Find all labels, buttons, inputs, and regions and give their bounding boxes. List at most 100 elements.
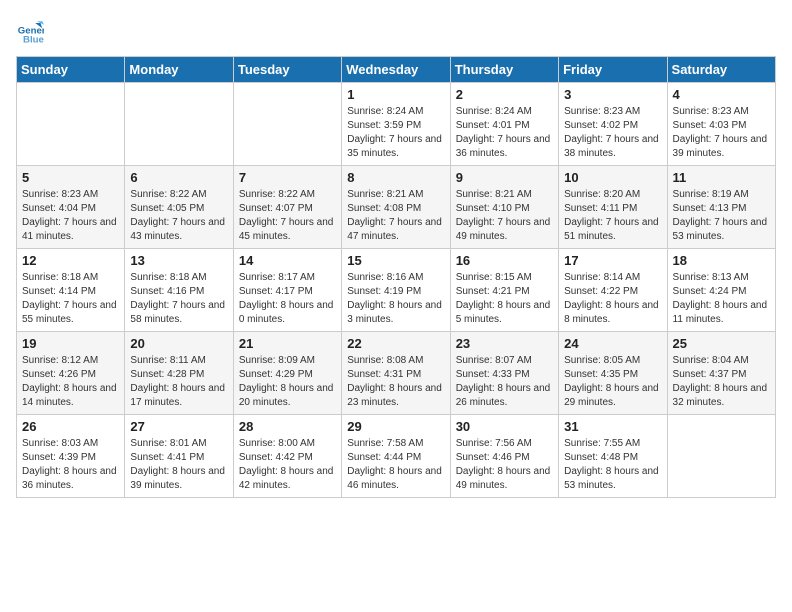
calendar-cell: 8 Sunrise: 8:21 AM Sunset: 4:08 PM Daylig… [342, 166, 450, 249]
calendar-week-5: 26 Sunrise: 8:03 AM Sunset: 4:39 PM Dayli… [17, 415, 776, 498]
calendar-cell: 4 Sunrise: 8:23 AM Sunset: 4:03 PM Daylig… [667, 83, 775, 166]
day-info: Sunrise: 8:05 AM Sunset: 4:35 PM Dayligh… [564, 354, 661, 410]
day-number: 13 [130, 253, 227, 268]
day-number: 27 [130, 419, 227, 434]
day-number: 24 [564, 336, 661, 351]
day-number: 25 [673, 336, 770, 351]
day-info: Sunrise: 8:21 AM Sunset: 4:10 PM Dayligh… [456, 188, 553, 244]
weekday-header-friday: Friday [559, 57, 667, 83]
day-number: 16 [456, 253, 553, 268]
day-number: 12 [22, 253, 119, 268]
calendar-cell: 25Sunrise: 8:04 AM Sunset: 4:37 PM Dayli… [667, 332, 775, 415]
day-info: Sunrise: 8:18 AM Sunset: 4:14 PM Dayligh… [22, 271, 119, 327]
day-info: Sunrise: 8:11 AM Sunset: 4:28 PM Dayligh… [130, 354, 227, 410]
day-info: Sunrise: 7:58 AM Sunset: 4:44 PM Dayligh… [347, 437, 444, 493]
day-info: Sunrise: 8:14 AM Sunset: 4:22 PM Dayligh… [564, 271, 661, 327]
calendar-cell [17, 83, 125, 166]
weekday-header-wednesday: Wednesday [342, 57, 450, 83]
calendar-cell: 16 Sunrise: 8:15 AM Sunset: 4:21 PM Dayli… [450, 249, 558, 332]
calendar-cell: 12 Sunrise: 8:18 AM Sunset: 4:14 PM Dayli… [17, 249, 125, 332]
day-info: Sunrise: 8:08 AM Sunset: 4:31 PM Dayligh… [347, 354, 444, 410]
day-info: Sunrise: 8:22 AM Sunset: 4:07 PM Dayligh… [239, 188, 336, 244]
day-number: 5 [22, 170, 119, 185]
day-number: 4 [673, 87, 770, 102]
day-info: Sunrise: 7:56 AM Sunset: 4:46 PM Dayligh… [456, 437, 553, 493]
svg-text:Blue: Blue [23, 34, 44, 44]
day-info: Sunrise: 8:09 AM Sunset: 4:29 PM Dayligh… [239, 354, 336, 410]
weekday-header-monday: Monday [125, 57, 233, 83]
calendar-cell: 1 Sunrise: 8:24 AM Sunset: 3:59 PM Daylig… [342, 83, 450, 166]
logo-icon: General Blue [16, 16, 44, 44]
calendar-cell: 28 Sunrise: 8:00 AM Sunset: 4:42 PM Dayli… [233, 415, 341, 498]
day-info: Sunrise: 8:13 AM Sunset: 4:24 PM Dayligh… [673, 271, 770, 327]
day-number: 10 [564, 170, 661, 185]
calendar-cell: 23Sunrise: 8:07 AM Sunset: 4:33 PM Dayli… [450, 332, 558, 415]
weekday-header-saturday: Saturday [667, 57, 775, 83]
calendar-week-4: 19Sunrise: 8:12 AM Sunset: 4:26 PM Dayli… [17, 332, 776, 415]
day-number: 7 [239, 170, 336, 185]
calendar-cell: 29 Sunrise: 7:58 AM Sunset: 4:44 PM Dayli… [342, 415, 450, 498]
day-number: 2 [456, 87, 553, 102]
day-number: 8 [347, 170, 444, 185]
calendar-cell: 5Sunrise: 8:23 AM Sunset: 4:04 PM Daylig… [17, 166, 125, 249]
day-number: 1 [347, 87, 444, 102]
day-number: 31 [564, 419, 661, 434]
day-info: Sunrise: 7:55 AM Sunset: 4:48 PM Dayligh… [564, 437, 661, 493]
day-info: Sunrise: 8:00 AM Sunset: 4:42 PM Dayligh… [239, 437, 336, 493]
day-info: Sunrise: 8:18 AM Sunset: 4:16 PM Dayligh… [130, 271, 227, 327]
calendar-table: SundayMondayTuesdayWednesdayThursdayFrid… [16, 56, 776, 498]
day-number: 22 [347, 336, 444, 351]
calendar-week-2: 5Sunrise: 8:23 AM Sunset: 4:04 PM Daylig… [17, 166, 776, 249]
day-info: Sunrise: 8:01 AM Sunset: 4:41 PM Dayligh… [130, 437, 227, 493]
calendar-cell [125, 83, 233, 166]
calendar-cell: 19Sunrise: 8:12 AM Sunset: 4:26 PM Dayli… [17, 332, 125, 415]
day-info: Sunrise: 8:16 AM Sunset: 4:19 PM Dayligh… [347, 271, 444, 327]
calendar-cell: 27 Sunrise: 8:01 AM Sunset: 4:41 PM Dayli… [125, 415, 233, 498]
day-number: 30 [456, 419, 553, 434]
calendar-cell: 18 Sunrise: 8:13 AM Sunset: 4:24 PM Dayli… [667, 249, 775, 332]
day-number: 26 [22, 419, 119, 434]
day-info: Sunrise: 8:24 AM Sunset: 3:59 PM Dayligh… [347, 105, 444, 161]
weekday-header-thursday: Thursday [450, 57, 558, 83]
calendar-cell: 6Sunrise: 8:22 AM Sunset: 4:05 PM Daylig… [125, 166, 233, 249]
calendar-cell [233, 83, 341, 166]
day-info: Sunrise: 8:12 AM Sunset: 4:26 PM Dayligh… [22, 354, 119, 410]
day-number: 11 [673, 170, 770, 185]
day-number: 17 [564, 253, 661, 268]
logo: General Blue [16, 16, 48, 44]
day-number: 14 [239, 253, 336, 268]
day-number: 29 [347, 419, 444, 434]
day-info: Sunrise: 8:22 AM Sunset: 4:05 PM Dayligh… [130, 188, 227, 244]
day-info: Sunrise: 8:19 AM Sunset: 4:13 PM Dayligh… [673, 188, 770, 244]
day-info: Sunrise: 8:15 AM Sunset: 4:21 PM Dayligh… [456, 271, 553, 327]
calendar-cell: 26 Sunrise: 8:03 AM Sunset: 4:39 PM Dayli… [17, 415, 125, 498]
day-info: Sunrise: 8:23 AM Sunset: 4:02 PM Dayligh… [564, 105, 661, 161]
day-info: Sunrise: 8:24 AM Sunset: 4:01 PM Dayligh… [456, 105, 553, 161]
calendar-week-1: 1 Sunrise: 8:24 AM Sunset: 3:59 PM Daylig… [17, 83, 776, 166]
calendar-cell: 11 Sunrise: 8:19 AM Sunset: 4:13 PM Dayli… [667, 166, 775, 249]
calendar-cell: 21 Sunrise: 8:09 AM Sunset: 4:29 PM Dayli… [233, 332, 341, 415]
day-number: 18 [673, 253, 770, 268]
day-number: 21 [239, 336, 336, 351]
calendar-cell: 9 Sunrise: 8:21 AM Sunset: 4:10 PM Daylig… [450, 166, 558, 249]
calendar-cell: 20Sunrise: 8:11 AM Sunset: 4:28 PM Dayli… [125, 332, 233, 415]
weekday-header-row: SundayMondayTuesdayWednesdayThursdayFrid… [17, 57, 776, 83]
calendar-cell [667, 415, 775, 498]
day-info: Sunrise: 8:03 AM Sunset: 4:39 PM Dayligh… [22, 437, 119, 493]
calendar-cell: 13 Sunrise: 8:18 AM Sunset: 4:16 PM Dayli… [125, 249, 233, 332]
calendar-cell: 17 Sunrise: 8:14 AM Sunset: 4:22 PM Dayli… [559, 249, 667, 332]
calendar-week-3: 12 Sunrise: 8:18 AM Sunset: 4:14 PM Dayli… [17, 249, 776, 332]
calendar-cell: 10 Sunrise: 8:20 AM Sunset: 4:11 PM Dayli… [559, 166, 667, 249]
calendar-cell: 7 Sunrise: 8:22 AM Sunset: 4:07 PM Daylig… [233, 166, 341, 249]
day-info: Sunrise: 8:21 AM Sunset: 4:08 PM Dayligh… [347, 188, 444, 244]
calendar-cell: 30 Sunrise: 7:56 AM Sunset: 4:46 PM Dayli… [450, 415, 558, 498]
day-number: 28 [239, 419, 336, 434]
weekday-header-sunday: Sunday [17, 57, 125, 83]
day-number: 9 [456, 170, 553, 185]
calendar-cell: 3 Sunrise: 8:23 AM Sunset: 4:02 PM Daylig… [559, 83, 667, 166]
day-number: 3 [564, 87, 661, 102]
day-number: 23 [456, 336, 553, 351]
day-info: Sunrise: 8:20 AM Sunset: 4:11 PM Dayligh… [564, 188, 661, 244]
day-info: Sunrise: 8:23 AM Sunset: 4:03 PM Dayligh… [673, 105, 770, 161]
weekday-header-tuesday: Tuesday [233, 57, 341, 83]
